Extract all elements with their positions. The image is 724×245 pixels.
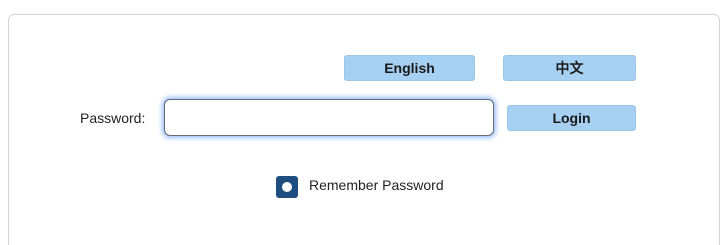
login-page: English 中文 Password: Login Remember Pass…	[0, 0, 724, 245]
remember-password-label: Remember Password	[309, 177, 444, 193]
login-button[interactable]: Login	[507, 105, 636, 131]
checkbox-checked-icon[interactable]	[276, 176, 298, 198]
english-language-button[interactable]: English	[344, 55, 475, 81]
chinese-language-button[interactable]: 中文	[503, 55, 636, 81]
password-label: Password:	[80, 110, 146, 126]
checkbox-dot	[282, 182, 292, 192]
password-input[interactable]	[164, 99, 494, 136]
remember-password-checkbox[interactable]: Remember Password	[276, 175, 444, 199]
